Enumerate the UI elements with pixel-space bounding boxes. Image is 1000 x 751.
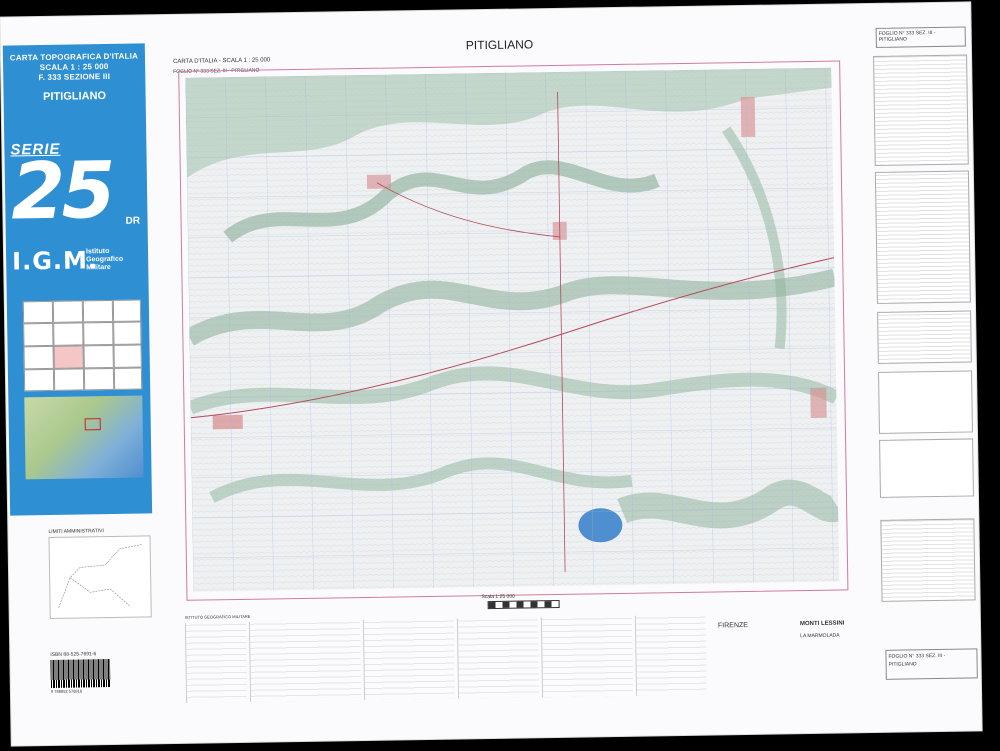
location-overview-map	[24, 395, 144, 480]
legend-column	[362, 618, 456, 701]
cover-panel: CARTA TOPOGRAFICA D'ITALIA SCALA 1 : 25 …	[2, 43, 153, 516]
town-example: LA MARMOLADA	[800, 632, 840, 640]
barcode	[50, 659, 111, 688]
sheet-index-grid	[22, 299, 143, 392]
igm-name: Istituto Geografico Militare	[86, 248, 123, 273]
legend-column	[540, 615, 634, 698]
map-sheet: CARTA TOPOGRAFICA D'ITALIA SCALA 1 : 25 …	[0, 2, 982, 746]
right-header: FOGLIO N° 333 SEZ. III - PITIGLIANO	[875, 26, 966, 48]
cover-sheet-name: PITIGLIANO	[43, 90, 107, 104]
town-style-legend: FIRENZE MONTI LESSINI LA MARMOLADA	[718, 620, 879, 693]
topographic-map	[185, 67, 840, 592]
scale-bar	[487, 599, 560, 610]
sheet-location-marker	[84, 418, 101, 431]
barcode-digits: 9 788852 576916	[50, 688, 83, 694]
scale-label: Scala 1:25 000	[481, 593, 515, 601]
limiti-title: LIMITI AMMINISTRATIVI	[48, 528, 104, 535]
legend-column	[456, 617, 540, 699]
town-example: MONTI LESSINI	[799, 620, 845, 628]
legend-column	[184, 621, 248, 703]
admin-limits-drawing	[58, 544, 142, 608]
right-notes-block	[873, 54, 969, 166]
isbn-text: ISBN 88-525-7691-6	[50, 651, 97, 658]
legend-column	[634, 614, 708, 696]
town-example: FIRENZE	[717, 621, 748, 630]
right-footer: FOGLIO N° 333 SEZ. III - PITIGLIANO	[885, 648, 978, 680]
right-grid-block	[878, 370, 973, 434]
right-diagram-block	[879, 438, 974, 498]
serie-number: 25	[10, 145, 113, 238]
topographic-map-drawing	[185, 67, 840, 592]
right-abbreviations-block	[880, 518, 976, 602]
legend-institute: ISTITUTO GEOGRAFICO MILITARE	[184, 613, 251, 620]
cover-heading-line: F. 333 SEZIONE III	[38, 71, 111, 83]
igm-name-line: Militare	[86, 263, 111, 272]
legend-column	[248, 620, 362, 702]
admin-limits-map	[48, 535, 152, 619]
cover-heading: CARTA TOPOGRAFICA D'ITALIA SCALA 1 : 25 …	[3, 43, 146, 83]
serie-suffix: DR	[125, 215, 141, 227]
map-title: PITIGLIANO	[465, 37, 534, 53]
right-table-block	[874, 170, 971, 304]
right-declination-block	[877, 310, 972, 364]
map-header-note: CARTA D'ITALIA - SCALA 1 : 25 000	[173, 57, 271, 65]
